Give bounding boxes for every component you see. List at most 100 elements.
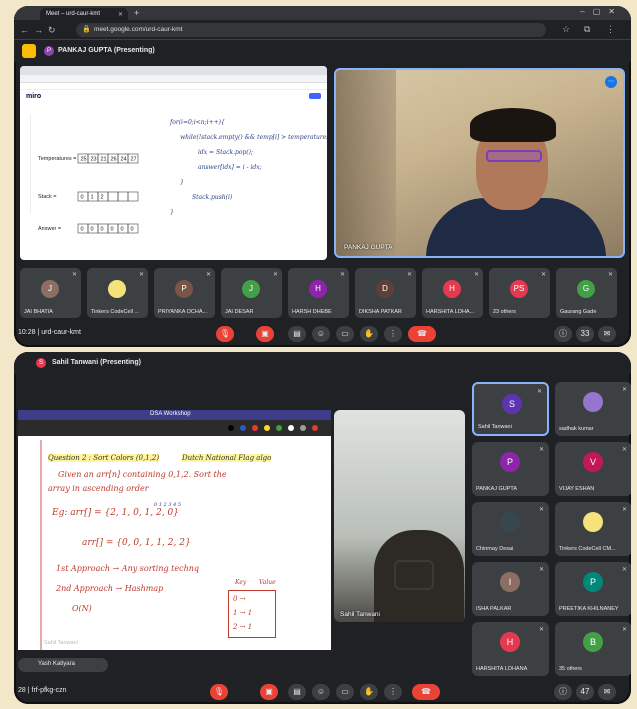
participant-name: HARSHITA LOHA...	[426, 309, 475, 315]
mic-off-icon: ✕	[138, 272, 144, 278]
meeting-time: 10:28	[18, 329, 36, 336]
color-blue[interactable]	[240, 425, 246, 431]
new-tab-icon[interactable]: +	[134, 8, 139, 18]
avatar	[583, 512, 603, 532]
table-value: Value	[259, 579, 276, 586]
participant-tile[interactable]: ✕ Tinkers CodeCell CM...	[555, 502, 631, 556]
participant-tile[interactable]: ✕ Tinkers CodeCell ...	[87, 268, 148, 318]
more-button[interactable]: ⋮	[384, 326, 402, 342]
participant-name: Tinkers CodeCell CM...	[559, 546, 616, 552]
participant-tile[interactable]: ✕ sadhak kumar	[555, 382, 631, 436]
reload-icon[interactable]: ↻	[48, 25, 56, 36]
camera-off-button-2[interactable]: ▣	[260, 684, 278, 700]
array-value: 25	[81, 157, 87, 163]
participant-tile[interactable]: ✕ H HARSH DHEBE	[288, 268, 349, 318]
participant-tile[interactable]: ✕ P PRIYANKA OCHA...	[154, 268, 215, 318]
line-array: array in ascending order	[48, 484, 149, 493]
mic-off-icon: ✕	[540, 272, 546, 278]
info-button[interactable]: ⓘ	[554, 326, 572, 342]
mic-off-button[interactable]: 🎙	[216, 326, 234, 342]
emoji-button-2[interactable]: ☺	[312, 684, 330, 700]
line-approach-2: 2nd Approach → Hashmap	[56, 584, 164, 593]
chat-button[interactable]: ✉	[598, 326, 616, 342]
people-button[interactable]: 33	[576, 326, 594, 342]
color-red[interactable]	[252, 425, 258, 431]
participant-tile[interactable]: ✕ G Gaurang Gade	[556, 268, 617, 318]
table-row-0: 0 →	[233, 595, 246, 603]
raise-hand-button[interactable]: ✋	[360, 326, 378, 342]
array-label: Stack =	[38, 194, 57, 200]
array-value: 0	[131, 227, 134, 233]
close-tab-icon[interactable]: ✕	[118, 11, 123, 18]
color-red-2[interactable]	[312, 425, 318, 431]
presenter-label-2: Sahil Tanwani (Presenting)	[52, 359, 141, 366]
participant-tile[interactable]: ✕ P PANKAJ GUPTA	[472, 442, 549, 496]
participant-tile[interactable]: ✕ D DIKSHA PATKAR	[355, 268, 416, 318]
array-cell	[107, 191, 119, 202]
pen-toolbar[interactable]	[18, 420, 331, 436]
shared-screen[interactable]: miro Temperatures = 25 23 21 26 24 27 Stack = 0 1…	[20, 66, 327, 260]
participant-tile[interactable]: ✕ PS 23 others	[489, 268, 550, 318]
more-options-icon[interactable]: ⋯	[605, 76, 617, 88]
chat-button-2[interactable]: ✉	[598, 684, 616, 700]
extensions-icon[interactable]: ⧉	[584, 24, 590, 35]
url-field[interactable]: 🔒 meet.google.com/urd-caur-kmt	[76, 23, 546, 37]
color-yellow[interactable]	[264, 425, 270, 431]
self-view-pill[interactable]: Yash Katiyara	[18, 658, 108, 672]
star-icon[interactable]: ☆	[562, 24, 570, 35]
participant-tile[interactable]: ✕ I ISHA PALKAR	[472, 562, 549, 616]
participant-tile[interactable]: ✕ J JAI BHATIA	[20, 268, 81, 318]
emoji-button[interactable]: ☺	[312, 326, 330, 342]
mic-off-icon: ✕	[607, 272, 613, 278]
table-key: Key	[235, 579, 247, 586]
array-value: 1	[91, 195, 94, 201]
participant-tile[interactable]: ✕ P PREETIKA KHILNANEY	[555, 562, 631, 616]
meeting-meta: 10:28 | urd-caur-kmt	[18, 329, 81, 336]
captions-button[interactable]: ▤	[288, 326, 306, 342]
browser-tabstrip: Meet – urd-caur-kmt ✕ + –▢✕	[14, 6, 631, 20]
participant-tile[interactable]: ✕ H HARSHITA LOHANA	[472, 622, 549, 676]
person-glasses	[486, 150, 542, 162]
participant-tile[interactable]: ✕ B 35 others	[555, 622, 631, 676]
mic-off-button-2[interactable]: 🎙	[210, 684, 228, 700]
forward-icon[interactable]: →	[34, 25, 43, 35]
captions-button-2[interactable]: ▤	[288, 684, 306, 700]
mic-off-icon: ✕	[536, 389, 542, 395]
participant-tile[interactable]: ✕ J JAI DESAR	[221, 268, 282, 318]
info-button-2[interactable]: ⓘ	[554, 684, 572, 700]
color-white[interactable]	[288, 425, 294, 431]
question-title: Question 2 : Sort Colors (0,1,2)	[48, 454, 160, 462]
camera-tile-presenter-2[interactable]: Sahil Tanwani	[334, 410, 465, 622]
present-button[interactable]: ▭	[336, 326, 354, 342]
color-black[interactable]	[228, 425, 234, 431]
notes-page[interactable]: Question 2 : Sort Colors (0,1,2) Dutch N…	[40, 440, 302, 650]
avatar: H	[309, 280, 327, 298]
back-icon[interactable]: ←	[20, 25, 29, 35]
browser-tab[interactable]: Meet – urd-caur-kmt ✕	[40, 8, 128, 20]
miro-share-button[interactable]	[309, 93, 321, 99]
present-button-2[interactable]: ▭	[336, 684, 354, 700]
shared-screen-2[interactable]: DSA Workshop Question 2 : Sort Colors (0…	[18, 410, 331, 650]
mic-off-icon: ✕	[473, 272, 479, 278]
array-value: 23	[91, 157, 97, 163]
code-line: }	[180, 179, 184, 186]
color-green[interactable]	[276, 425, 282, 431]
participant-name: sadhak kumar	[559, 426, 594, 432]
participant-tile[interactable]: ✕ S Sahil Tanwani	[472, 382, 549, 436]
participant-tile[interactable]: ✕ Chinmay Desai	[472, 502, 549, 556]
leave-call-button-2[interactable]: ☎	[412, 684, 440, 700]
menu-icon[interactable]: ⋮	[606, 24, 615, 35]
participant-tile[interactable]: ✕ H HARSHITA LOHA...	[422, 268, 483, 318]
raise-hand-button-2[interactable]: ✋	[360, 684, 378, 700]
participant-tile[interactable]: ✕ V VIJAY ESHAN	[555, 442, 631, 496]
background-wall	[336, 70, 396, 256]
leave-call-button[interactable]: ☎	[408, 326, 436, 342]
color-gray[interactable]	[300, 425, 306, 431]
camera-tile-presenter[interactable]: ⋯ PANKAJ GUPTA	[334, 68, 625, 258]
camera-off-button[interactable]: ▣	[256, 326, 274, 342]
more-button-2[interactable]: ⋮	[384, 684, 402, 700]
miro-board[interactable]: Temperatures = 25 23 21 26 24 27 Stack = 0 1 2 Answ…	[20, 102, 327, 260]
window-controls[interactable]: –▢✕	[580, 7, 623, 16]
people-button-2[interactable]: 47	[576, 684, 594, 700]
self-view-name: Yash Katiyara	[38, 661, 75, 667]
